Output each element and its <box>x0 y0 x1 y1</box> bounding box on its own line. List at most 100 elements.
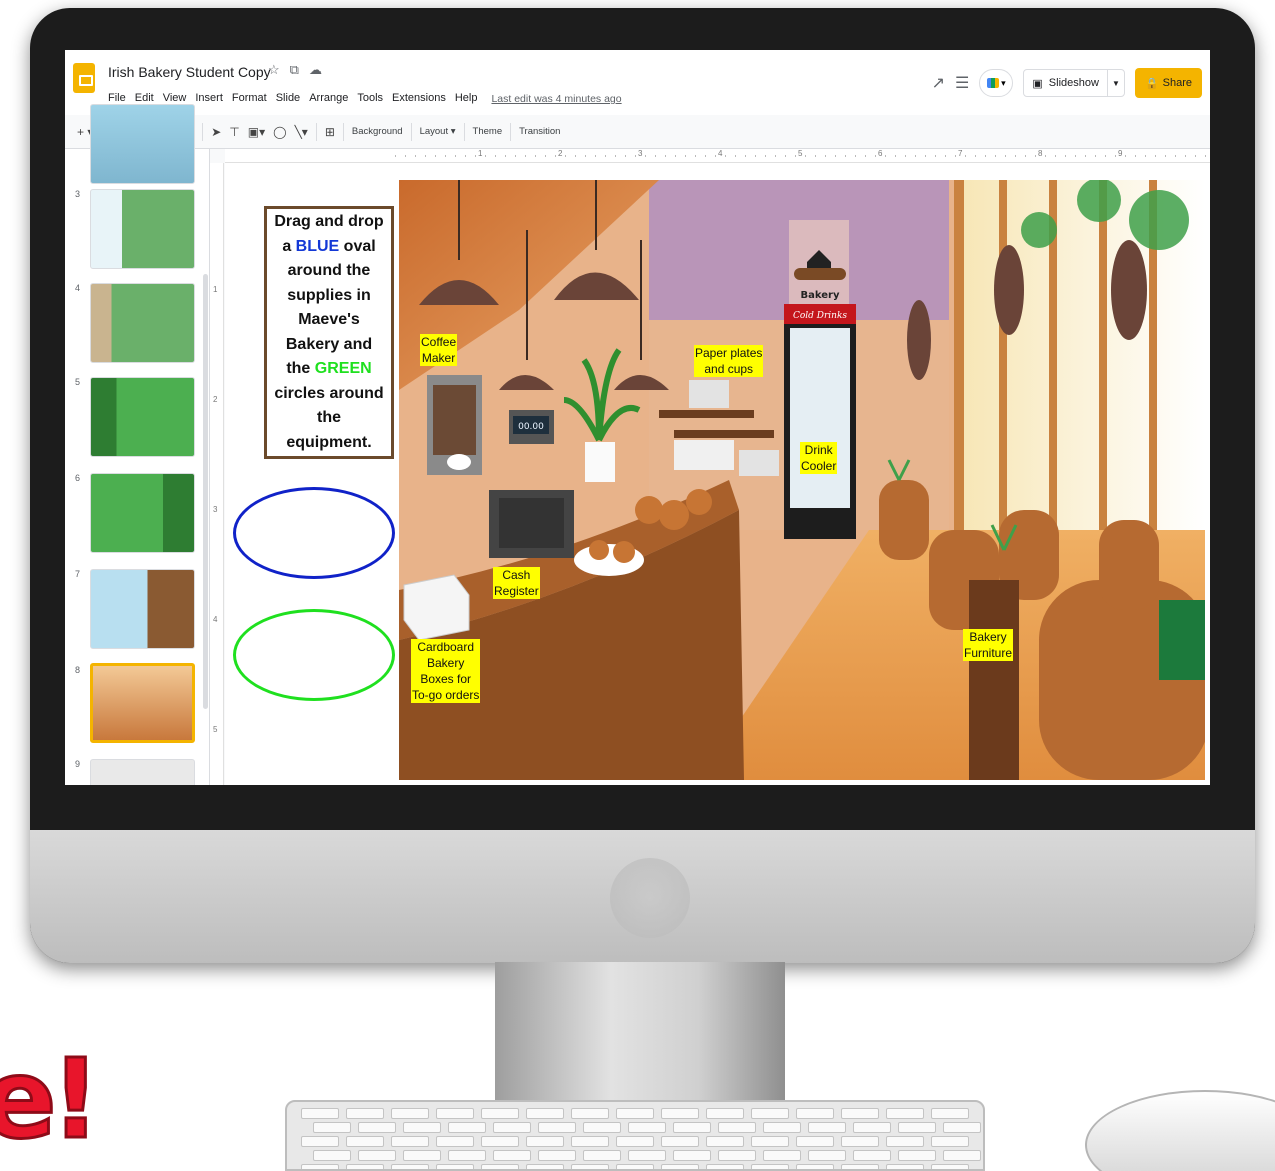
keyboard-key <box>403 1122 441 1133</box>
share-label: Share <box>1162 77 1192 89</box>
share-button[interactable]: 🔒 Share <box>1134 68 1202 98</box>
slide-thumbnail-6[interactable] <box>90 473 195 553</box>
keyboard <box>285 1100 985 1171</box>
keyboard-key <box>628 1122 666 1133</box>
theme-button[interactable]: Theme <box>473 126 503 137</box>
divider <box>510 122 512 141</box>
screen: Irish Bakery Student Copy ☆ ⧉ ☁ File Edi… <box>65 50 1210 785</box>
instruction-line: Bakery and <box>285 335 373 353</box>
menu-insert[interactable]: Insert <box>195 92 223 105</box>
green-oval-draggable[interactable] <box>233 609 395 701</box>
line-icon[interactable]: ╲▾ <box>295 125 308 139</box>
label-coffee-maker[interactable]: Coffee Maker <box>420 334 458 366</box>
slide-thumbnail-8-selected[interactable] <box>90 663 195 743</box>
apple-logo-icon <box>610 858 690 938</box>
menu-tools[interactable]: Tools <box>357 92 383 105</box>
keyboard-key <box>898 1150 936 1161</box>
lock-icon: 🔒 <box>1144 77 1159 90</box>
activity-icon[interactable]: ↗ <box>932 73 945 93</box>
slides-logo-icon[interactable] <box>73 63 95 93</box>
keyboard-key <box>301 1136 339 1147</box>
register-display-text: 00.00 <box>518 422 544 432</box>
keyboard-key <box>841 1108 879 1119</box>
bakery-illustration: Bakery Cold Drinks 00.00 <box>399 180 1205 780</box>
keyboard-key <box>526 1136 564 1147</box>
keyboard-key <box>886 1108 924 1119</box>
keyboard-key <box>841 1136 879 1147</box>
divider <box>410 122 412 141</box>
label-text: Register <box>494 584 539 598</box>
comment-icon[interactable]: ⊞ <box>325 125 335 139</box>
slide-thumbnail-7[interactable] <box>90 569 195 649</box>
keyboard-key <box>763 1122 801 1133</box>
keyboard-key <box>358 1122 396 1133</box>
shape-icon[interactable]: ◯ <box>273 125 286 139</box>
background-button[interactable]: Background <box>352 126 403 137</box>
divider <box>202 122 204 141</box>
slide-thumbnail-4[interactable] <box>90 283 195 363</box>
instruction-line: equipment. <box>286 433 372 451</box>
text-box-icon[interactable]: ⊤ <box>229 125 239 139</box>
menu-help[interactable]: Help <box>455 92 478 105</box>
cold-drinks-text: Cold Drinks <box>793 311 847 321</box>
keyboard-key <box>751 1136 789 1147</box>
label-drink-cooler[interactable]: Drink Cooler <box>800 442 838 474</box>
label-cardboard-boxes[interactable]: Cardboard Bakery Boxes for To-go orders <box>411 639 481 703</box>
document-title[interactable]: Irish Bakery Student Copy <box>108 64 271 80</box>
instruction-box[interactable]: Drag and drop a BLUE oval around the sup… <box>264 206 394 459</box>
cloud-status-icon[interactable]: ☁ <box>309 62 322 78</box>
ruler-horizontal[interactable]: 1 2 3 4 5 6 7 8 9 <box>225 149 1210 163</box>
title-bar: Irish Bakery Student Copy ☆ ⧉ ☁ File Edi… <box>65 50 1210 115</box>
menu-format[interactable]: Format <box>232 92 267 105</box>
filmstrip-scrollbar[interactable] <box>203 274 208 709</box>
menu-arrange[interactable]: Arrange <box>309 92 348 105</box>
keyboard-key <box>583 1122 621 1133</box>
menu-extensions[interactable]: Extensions <box>392 92 446 105</box>
last-edit-link[interactable]: Last edit was 4 minutes ago <box>491 93 621 105</box>
label-cash-register[interactable]: Cash Register <box>493 567 540 599</box>
keyboard-key <box>673 1150 711 1161</box>
move-to-folder-icon[interactable]: ⧉ <box>290 62 299 78</box>
comments-icon[interactable]: ☰ <box>955 73 969 93</box>
slide-number: 8 <box>75 665 81 675</box>
ruler-number: 2 <box>213 395 218 404</box>
meet-button[interactable]: ▾ <box>979 69 1014 97</box>
slide-thumbnail-2[interactable] <box>90 104 195 184</box>
label-text: Cooler <box>801 459 837 473</box>
ruler-vertical[interactable]: 1 2 3 4 5 <box>210 163 224 785</box>
slideshow-button[interactable]: ▣ Slideshow ▼ <box>1023 69 1125 97</box>
keyboard-key <box>571 1164 609 1169</box>
star-icon[interactable]: ☆ <box>268 62 280 78</box>
label-bakery-furniture[interactable]: Bakery Furniture <box>963 629 1014 661</box>
slide-thumbnail-3[interactable] <box>90 189 195 269</box>
top-right-controls: ↗ ☰ ▾ ▣ Slideshow ▼ 🔒 Share <box>932 68 1202 98</box>
slide-canvas[interactable]: Drag and drop a BLUE oval around the sup… <box>225 163 1210 785</box>
label-paper-plates[interactable]: Paper plates and cups <box>694 345 764 377</box>
keyboard-key <box>493 1150 531 1161</box>
slide-thumbnail-5[interactable] <box>90 377 195 457</box>
instruction-line: around the <box>287 262 371 279</box>
ruler-number: 7 <box>958 149 963 158</box>
keyboard-key <box>436 1164 474 1169</box>
select-icon[interactable]: ➤ <box>211 125 221 139</box>
keyboard-key <box>841 1164 879 1169</box>
image-icon[interactable]: ▣▾ <box>248 125 265 139</box>
keyboard-key <box>448 1122 486 1133</box>
label-text: Boxes for <box>420 672 472 686</box>
transition-button[interactable]: Transition <box>519 126 560 137</box>
keyboard-key <box>346 1164 384 1169</box>
keyboard-key <box>346 1108 384 1119</box>
ruler-number: 3 <box>213 505 218 514</box>
slide-thumbnail-9[interactable] <box>90 759 195 785</box>
imac-mockup: e! Irish Bakery Student Copy ☆ ⧉ ☁ File … <box>0 0 1275 1171</box>
slideshow-dropdown-icon[interactable]: ▼ <box>1108 79 1124 88</box>
ruler-number: 5 <box>213 725 218 734</box>
keyboard-key <box>796 1136 834 1147</box>
layout-button[interactable]: Layout ▾ <box>420 126 456 137</box>
keyboard-key <box>751 1164 789 1169</box>
menu-slide[interactable]: Slide <box>276 92 300 105</box>
label-text: Bakery <box>969 630 1007 644</box>
keyboard-key <box>673 1122 711 1133</box>
blue-oval-draggable[interactable] <box>233 487 395 579</box>
keyboard-key <box>931 1136 969 1147</box>
